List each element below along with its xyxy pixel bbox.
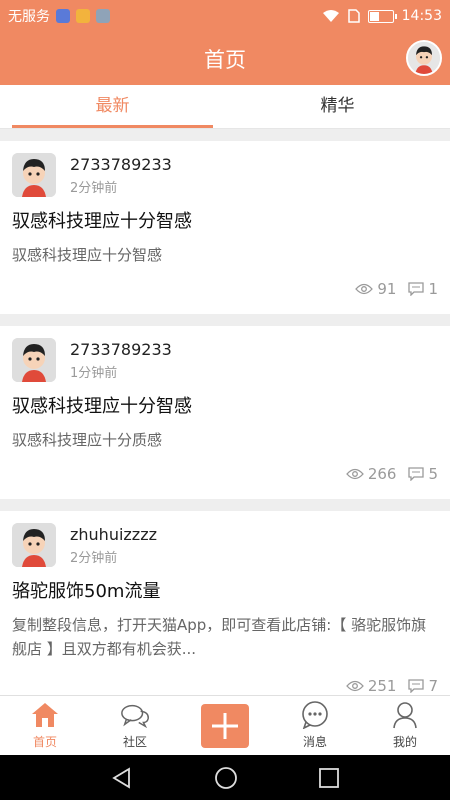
view-count: 266 [367,465,397,483]
nav-home[interactable]: 首页 [0,696,90,755]
post-body: 复制整段信息，打开天猫App，即可查看此店铺:【 骆驼服饰旗舰店 】且双方都有机… [12,616,427,658]
avatar-icon [12,153,56,197]
eye-icon [355,283,374,295]
plus-icon [212,712,238,739]
feed-tabs: 最新 精华 [0,85,450,129]
nav-messages[interactable]: 消息 [270,696,360,755]
user-avatar[interactable] [12,523,56,567]
person-icon [393,702,417,729]
battery-icon [367,9,397,23]
image-notification-icon [96,9,110,23]
post-time: 2分钟前 [70,180,118,196]
tab-latest[interactable]: 最新 [0,85,225,128]
home-circle-icon[interactable] [214,766,238,790]
view-count: 91 [377,280,397,298]
clock: 14:53 [401,8,442,24]
nav-label: 我的 [392,735,417,749]
post-stats: 91 1 [355,280,438,298]
eye-icon [345,680,364,692]
sim-icon [56,9,70,23]
comment-icon [408,679,425,693]
comment-count: 1 [428,280,438,298]
comment-icon [408,467,425,481]
nav-add-post[interactable] [180,696,270,755]
avatar-icon [408,42,440,74]
post-username[interactable]: zhuhuizzzz [70,525,157,544]
status-bar: 无服务 14:53 [0,0,450,32]
avatar-icon [12,338,56,382]
post-time: 1分钟前 [70,365,118,381]
nav-community[interactable]: 社区 [90,696,180,755]
post-title: 骆驼服饰50m流量 [12,581,161,602]
comment-count: 5 [428,465,438,483]
recent-apps-icon[interactable] [319,767,340,788]
profile-avatar-button[interactable] [406,40,442,76]
post-time: 2分钟前 [70,550,118,566]
post-stats: 251 7 [345,677,438,695]
avatar-icon [12,523,56,567]
system-navigation-bar [0,755,450,800]
post-username[interactable]: 2733789233 [70,340,172,359]
post-feed[interactable]: 2733789233 2分钟前 驭感科技理应十分智感 驭感科技理应十分智感 91… [0,129,450,695]
page-title: 首页 [204,47,246,72]
nav-profile[interactable]: 我的 [360,696,450,755]
bottom-navigation: 首页 社区 消息 我的 [0,695,450,755]
carrier-text: 无服务 [8,9,50,25]
sim-card-icon [347,9,360,23]
user-avatar[interactable] [12,153,56,197]
nav-label: 社区 [122,735,147,749]
post-card[interactable]: 2733789233 2分钟前 驭感科技理应十分智感 驭感科技理应十分智感 91… [0,141,450,314]
post-title: 驭感科技理应十分智感 [12,396,192,417]
comment-count: 7 [428,677,438,695]
post-body: 驭感科技理应十分质感 [12,431,163,449]
post-card[interactable]: zhuhuizzzz 2分钟前 骆驼服饰50m流量 复制整段信息，打开天猫App… [0,511,450,695]
back-icon[interactable] [111,766,133,789]
app-notification-icon [76,9,90,23]
post-title: 驭感科技理应十分智感 [12,211,192,232]
nav-label: 消息 [302,735,327,749]
post-username[interactable]: 2733789233 [70,155,172,174]
chat-bubbles-icon [121,704,149,728]
home-icon [32,703,58,727]
eye-icon [345,468,364,480]
post-card[interactable]: 2733789233 1分钟前 驭感科技理应十分智感 驭感科技理应十分质感 26… [0,326,450,499]
app-header: 首页 [0,32,450,85]
active-tab-indicator [12,125,213,128]
user-avatar[interactable] [12,338,56,382]
view-count: 251 [367,677,397,695]
post-stats: 266 5 [345,465,438,483]
tab-featured[interactable]: 精华 [225,85,450,128]
nav-label: 首页 [32,735,57,749]
wifi-icon [322,10,339,22]
add-post-button[interactable] [201,703,249,748]
message-icon [302,701,328,729]
post-body: 驭感科技理应十分智感 [12,246,163,264]
comment-icon [408,282,425,296]
